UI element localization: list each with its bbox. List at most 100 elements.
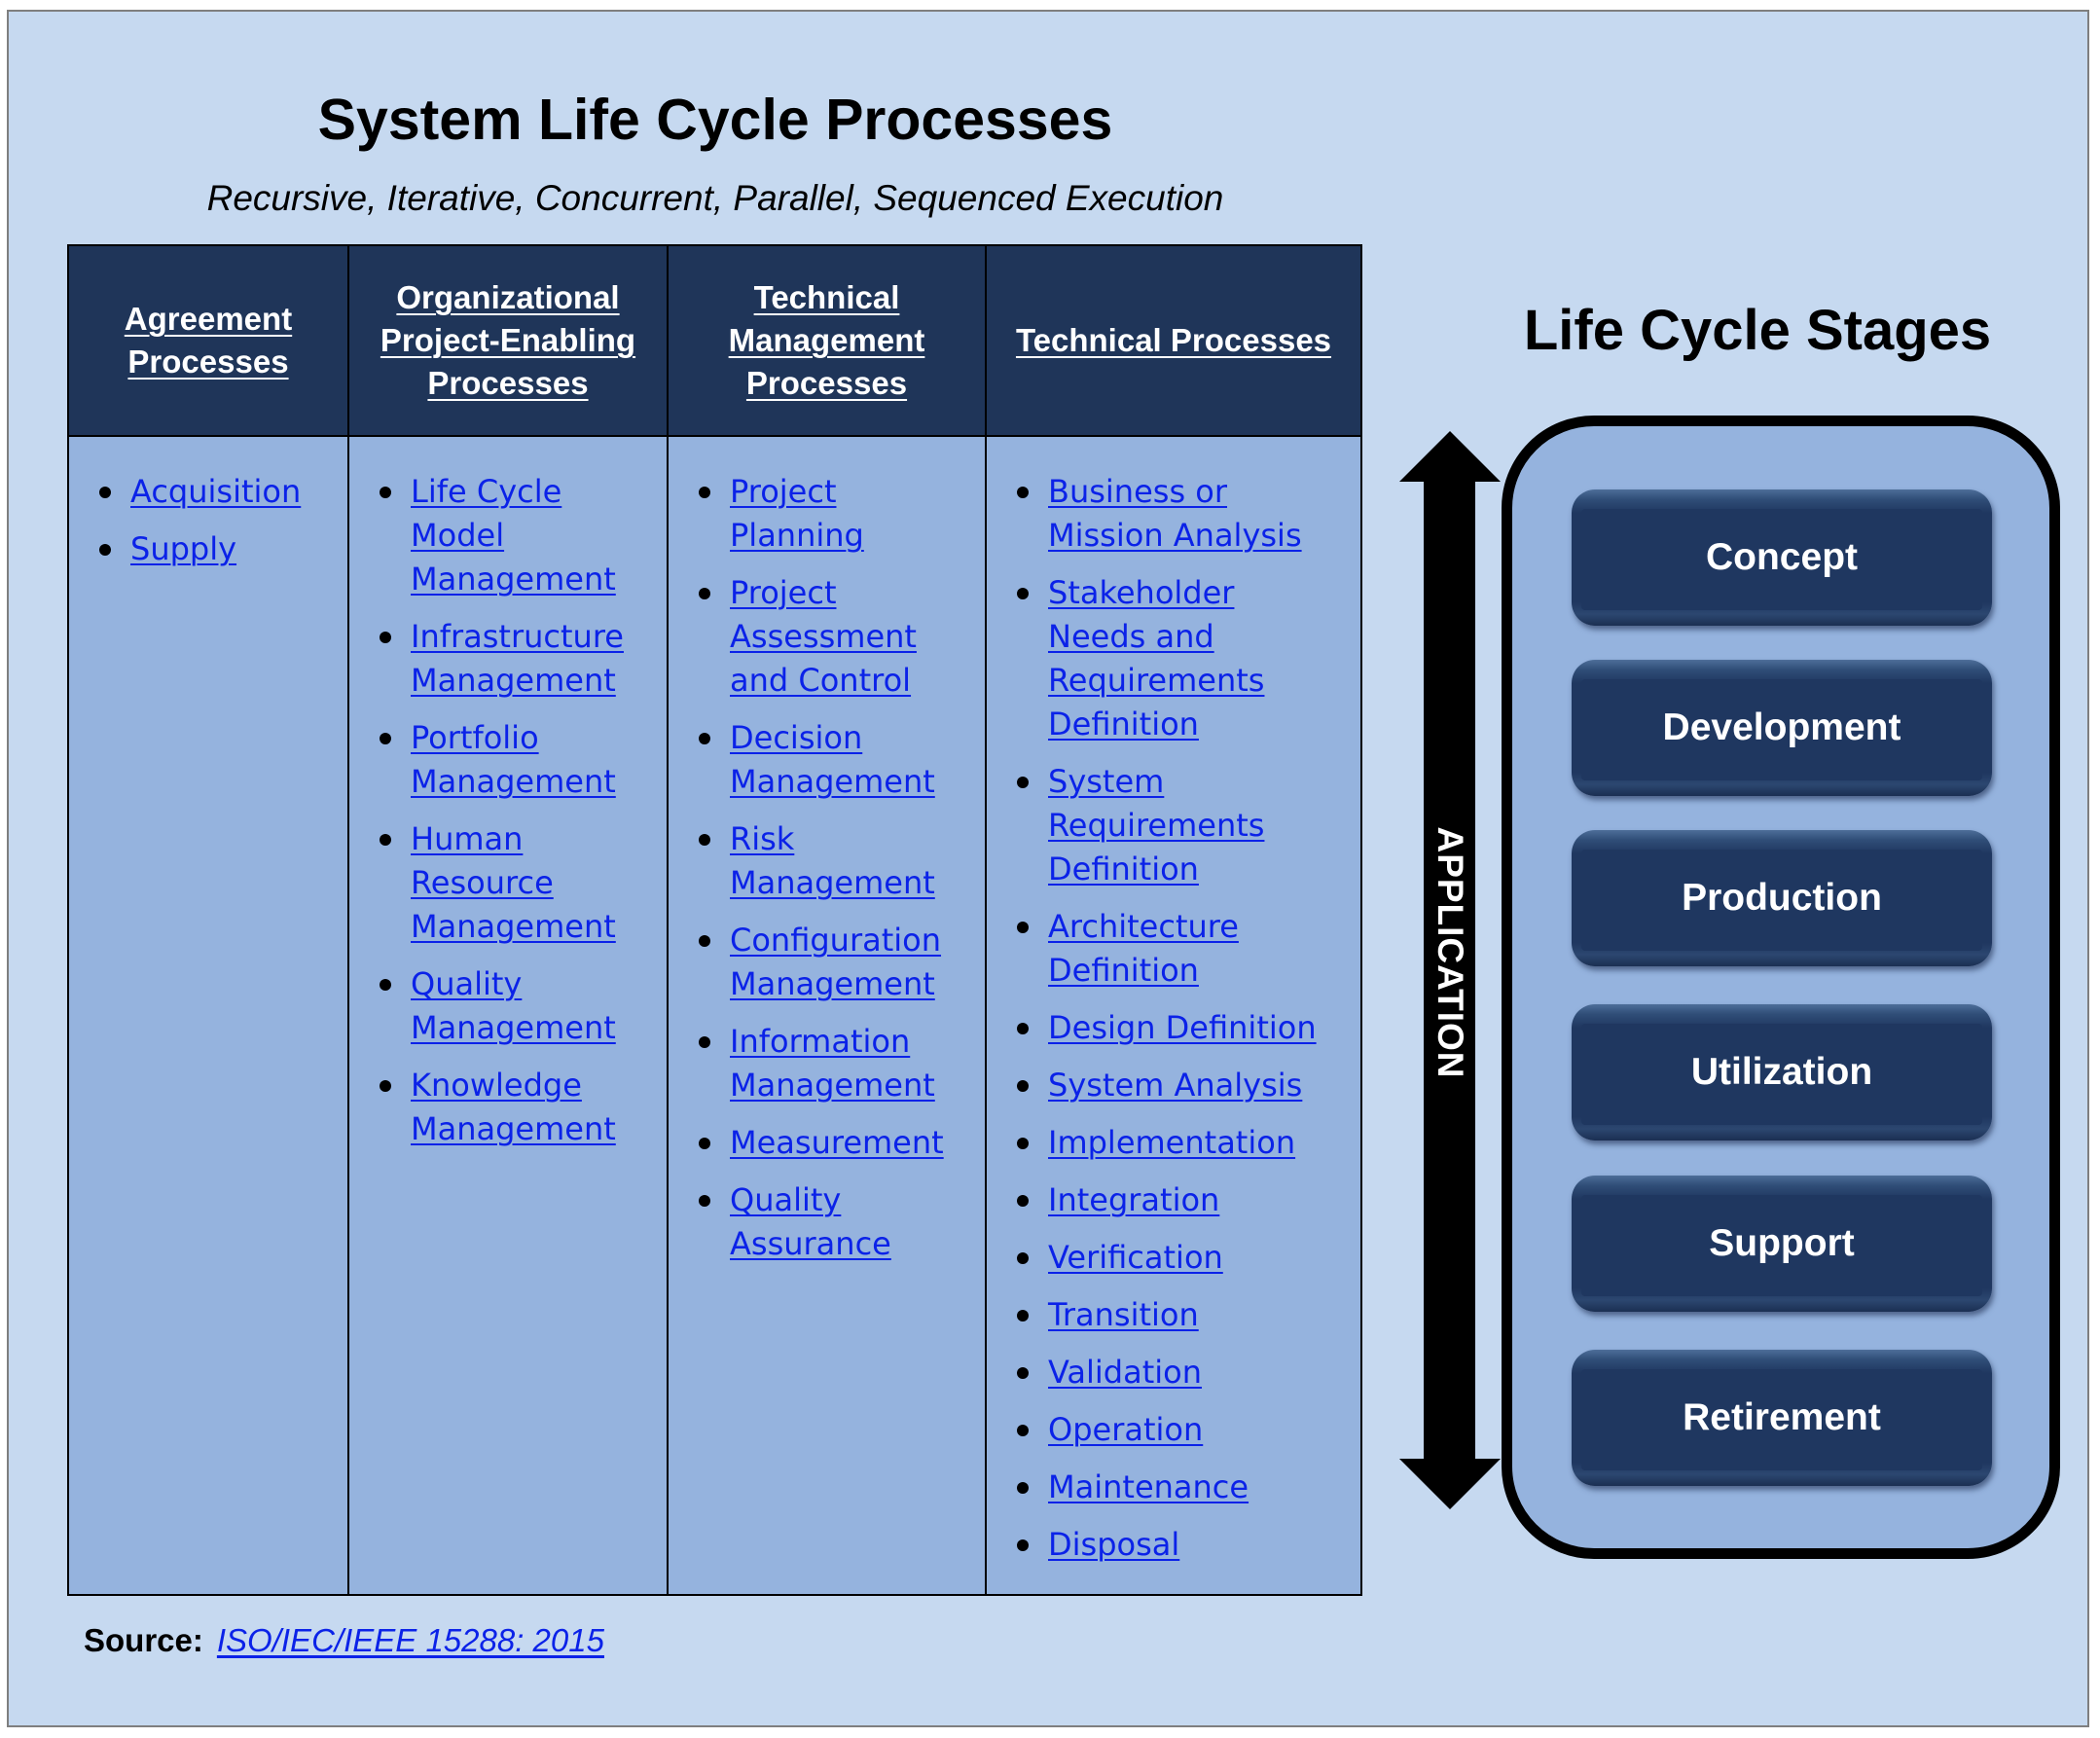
column-body: Project Planning Project Assessment and C… (669, 437, 985, 1594)
stage-support[interactable]: Support (1572, 1176, 1992, 1312)
process-item-stakeholder-needs-and-requirements-definition: Stakeholder Needs and Requirements Defin… (987, 571, 1360, 746)
process-item-project-assessment-and-control: Project Assessment and Control (669, 571, 985, 703)
bullet-icon (1017, 1138, 1029, 1149)
stage-development[interactable]: Development (1572, 660, 1992, 796)
process-link[interactable]: Disposal (1048, 1523, 1330, 1567)
process-item-risk-management: Risk Management (669, 817, 985, 905)
agreement-processes-header-link[interactable]: Agreement Processes (69, 298, 347, 383)
process-item-implementation: Implementation (987, 1121, 1360, 1165)
process-link[interactable]: Stakeholder Needs and Requirements Defin… (1048, 571, 1330, 746)
process-link[interactable]: System Analysis (1048, 1064, 1330, 1107)
bullet-icon (699, 1138, 710, 1149)
process-item-portfolio-management: Portfolio Management (349, 716, 667, 804)
bullet-icon (380, 1080, 391, 1092)
process-link[interactable]: Project Assessment and Control (730, 571, 965, 703)
process-link[interactable]: Quality Assurance (730, 1178, 965, 1266)
process-link[interactable]: Implementation (1048, 1121, 1330, 1165)
bullet-icon (699, 487, 710, 498)
stage-label: Retirement (1683, 1396, 1881, 1438)
process-item-human-resource-management: Human Resource Management (349, 817, 667, 949)
column-body: Business or Mission Analysis Stakeholder … (987, 437, 1360, 1594)
process-column-organizational: Organizational Project-Enabling Processe… (349, 246, 669, 1594)
bullet-icon (1017, 1482, 1029, 1494)
process-list: Life Cycle Model Management Infrastructur… (349, 470, 667, 1151)
stage-label: Production (1682, 877, 1882, 919)
process-item-knowledge-management: Knowledge Management (349, 1064, 667, 1151)
stage-utilization[interactable]: Utilization (1572, 1004, 1992, 1141)
column-body: Acquisition Supply (69, 437, 347, 1594)
bullet-icon (1017, 1539, 1029, 1551)
process-item-infrastructure-management: Infrastructure Management (349, 615, 667, 703)
process-item-verification: Verification (987, 1236, 1360, 1280)
process-link[interactable]: Configuration Management (730, 919, 965, 1006)
process-link[interactable]: Supply (130, 527, 340, 571)
process-item-design-definition: Design Definition (987, 1006, 1360, 1050)
process-link[interactable]: Risk Management (730, 817, 965, 905)
process-link[interactable]: Human Resource Management (411, 817, 646, 949)
process-item-integration: Integration (987, 1178, 1360, 1222)
bullet-icon (99, 544, 111, 556)
stage-concept[interactable]: Concept (1572, 489, 1992, 626)
process-item-project-planning: Project Planning (669, 470, 985, 558)
process-link[interactable]: Project Planning (730, 470, 965, 558)
process-link[interactable]: Portfolio Management (411, 716, 646, 804)
process-column-technical-management: Technical Management Processes Project P… (669, 246, 987, 1594)
process-item-system-requirements-definition: System Requirements Definition (987, 760, 1360, 891)
process-link[interactable]: Validation (1048, 1351, 1330, 1394)
process-item-disposal: Disposal (987, 1523, 1360, 1567)
process-link[interactable]: Life Cycle Model Management (411, 470, 646, 601)
process-link[interactable]: Quality Management (411, 962, 646, 1050)
page-subtitle: Recursive, Iterative, Concurrent, Parall… (206, 178, 1224, 218)
process-item-information-management: Information Management (669, 1020, 985, 1107)
bullet-icon (699, 1195, 710, 1207)
bullet-icon (1017, 1425, 1029, 1436)
stage-retirement[interactable]: Retirement (1572, 1350, 1992, 1486)
application-label: APPLICATION (1430, 826, 1470, 1079)
process-link[interactable]: Integration (1048, 1178, 1330, 1222)
stages-title: Life Cycle Stages (1523, 299, 1992, 362)
bullet-icon (1017, 1252, 1029, 1264)
process-link[interactable]: System Requirements Definition (1048, 760, 1330, 891)
process-link[interactable]: Operation (1048, 1408, 1330, 1452)
page-title: System Life Cycle Processes (317, 88, 1113, 152)
technical-management-processes-header-link[interactable]: Technical Management Processes (669, 276, 985, 405)
process-item-acquisition: Acquisition (69, 470, 347, 514)
bullet-icon (1017, 1310, 1029, 1322)
process-item-operation: Operation (987, 1408, 1360, 1452)
process-link[interactable]: Business or Mission Analysis (1048, 470, 1330, 558)
process-link[interactable]: Decision Management (730, 716, 965, 804)
bullet-icon (699, 733, 710, 744)
process-link[interactable]: Measurement (730, 1121, 965, 1165)
bullet-icon (1017, 1367, 1029, 1379)
bullet-icon (380, 487, 391, 498)
bullet-icon (1017, 588, 1029, 599)
process-link[interactable]: Knowledge Management (411, 1064, 646, 1151)
column-header: Agreement Processes (69, 246, 347, 437)
source-label: Source: (84, 1622, 203, 1658)
process-link[interactable]: Acquisition (130, 470, 340, 514)
source-link[interactable]: ISO/IEC/IEEE 15288: 2015 (217, 1622, 604, 1658)
process-item-architecture-definition: Architecture Definition (987, 905, 1360, 993)
bullet-icon (380, 733, 391, 744)
stage-production[interactable]: Production (1572, 830, 1992, 966)
process-link[interactable]: Design Definition (1048, 1006, 1330, 1050)
technical-processes-header-link[interactable]: Technical Processes (1008, 319, 1339, 362)
bullet-icon (1017, 1195, 1029, 1207)
process-column-technical: Technical Processes Business or Mission … (987, 246, 1360, 1594)
process-link[interactable]: Architecture Definition (1048, 905, 1330, 993)
process-link[interactable]: Infrastructure Management (411, 615, 646, 703)
process-link[interactable]: Information Management (730, 1020, 965, 1107)
process-item-configuration-management: Configuration Management (669, 919, 985, 1006)
process-link[interactable]: Verification (1048, 1236, 1330, 1280)
process-item-life-cycle-model-management: Life Cycle Model Management (349, 470, 667, 601)
process-link[interactable]: Maintenance (1048, 1466, 1330, 1509)
source-citation: Source: ISO/IEC/IEEE 15288: 2015 (84, 1619, 604, 1662)
organizational-processes-header-link[interactable]: Organizational Project-Enabling Processe… (349, 276, 667, 405)
process-item-decision-management: Decision Management (669, 716, 985, 804)
column-header: Organizational Project-Enabling Processe… (349, 246, 667, 437)
process-list: Project Planning Project Assessment and C… (669, 470, 985, 1266)
process-item-quality-assurance: Quality Assurance (669, 1178, 985, 1266)
bullet-icon (1017, 922, 1029, 933)
process-link[interactable]: Transition (1048, 1293, 1330, 1337)
bullet-icon (1017, 1080, 1029, 1092)
